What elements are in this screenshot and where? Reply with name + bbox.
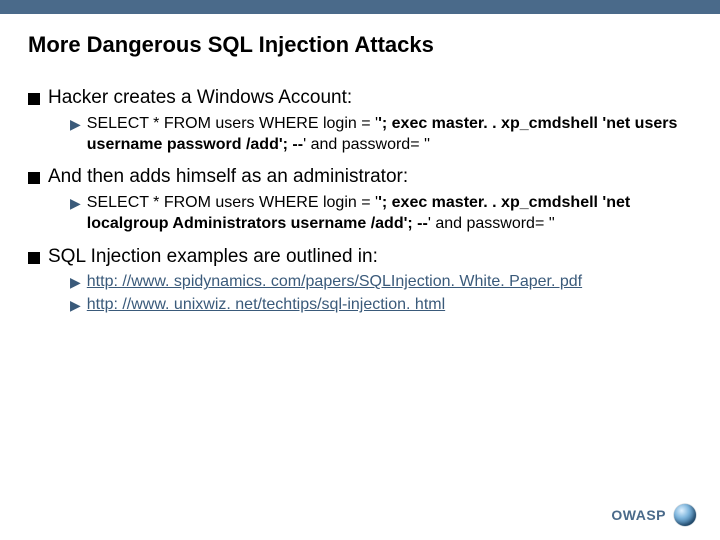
footer-label: OWASP xyxy=(611,507,666,523)
bullet-3-sub-2-text: http: //www. unixwiz. net/techtips/sql-i… xyxy=(87,295,445,316)
slide-title: More Dangerous SQL Injection Attacks xyxy=(28,32,690,58)
bullet-1: Hacker creates a Windows Account: ▶ SELE… xyxy=(28,86,690,155)
bullet-2: And then adds himself as an administrato… xyxy=(28,165,690,234)
sql-suffix: ' and password= '' xyxy=(303,136,430,153)
bullet-2-sub-1: ▶ SELECT * FROM users WHERE login = ''; … xyxy=(70,193,690,235)
arrow-icon: ▶ xyxy=(70,194,81,213)
bullet-3-sublist: ▶ http: //www. spidynamics. com/papers/S… xyxy=(70,272,690,316)
bullet-3: SQL Injection examples are outlined in: … xyxy=(28,245,690,316)
bullet-1-sub-1: ▶ SELECT * FROM users WHERE login = ''; … xyxy=(70,114,690,156)
link-unixwiz[interactable]: http: //www. unixwiz. net/techtips/sql-i… xyxy=(87,296,445,313)
square-bullet-icon xyxy=(28,93,40,105)
bullet-1-text: Hacker creates a Windows Account: xyxy=(48,86,352,110)
square-bullet-icon xyxy=(28,172,40,184)
slide-body: More Dangerous SQL Injection Attacks Hac… xyxy=(0,14,720,316)
bullet-1-sublist: ▶ SELECT * FROM users WHERE login = ''; … xyxy=(70,114,690,156)
arrow-icon: ▶ xyxy=(70,273,81,292)
bullet-list: Hacker creates a Windows Account: ▶ SELE… xyxy=(28,86,690,316)
bullet-3-sub-1-text: http: //www. spidynamics. com/papers/SQL… xyxy=(87,272,582,293)
bullet-2-sub-1-text: SELECT * FROM users WHERE login = ''; ex… xyxy=(87,193,690,235)
bullet-2-sublist: ▶ SELECT * FROM users WHERE login = ''; … xyxy=(70,193,690,235)
square-bullet-icon xyxy=(28,252,40,264)
bullet-3-sub-2: ▶ http: //www. unixwiz. net/techtips/sql… xyxy=(70,295,690,316)
arrow-icon: ▶ xyxy=(70,296,81,315)
top-accent-bar xyxy=(0,0,720,14)
bullet-3-text: SQL Injection examples are outlined in: xyxy=(48,245,378,269)
bullet-3-sub-1: ▶ http: //www. spidynamics. com/papers/S… xyxy=(70,272,690,293)
link-spidynamics[interactable]: http: //www. spidynamics. com/papers/SQL… xyxy=(87,273,582,290)
bullet-1-sub-1-text: SELECT * FROM users WHERE login = ''; ex… xyxy=(87,114,690,156)
globe-icon xyxy=(674,504,696,526)
footer: OWASP xyxy=(611,504,696,526)
sql-prefix: SELECT * FROM users WHERE login = ' xyxy=(87,115,378,132)
sql-prefix: SELECT * FROM users WHERE login = ' xyxy=(87,194,378,211)
arrow-icon: ▶ xyxy=(70,115,81,134)
sql-suffix: ' and password= '' xyxy=(428,215,555,232)
bullet-2-text: And then adds himself as an administrato… xyxy=(48,165,408,189)
